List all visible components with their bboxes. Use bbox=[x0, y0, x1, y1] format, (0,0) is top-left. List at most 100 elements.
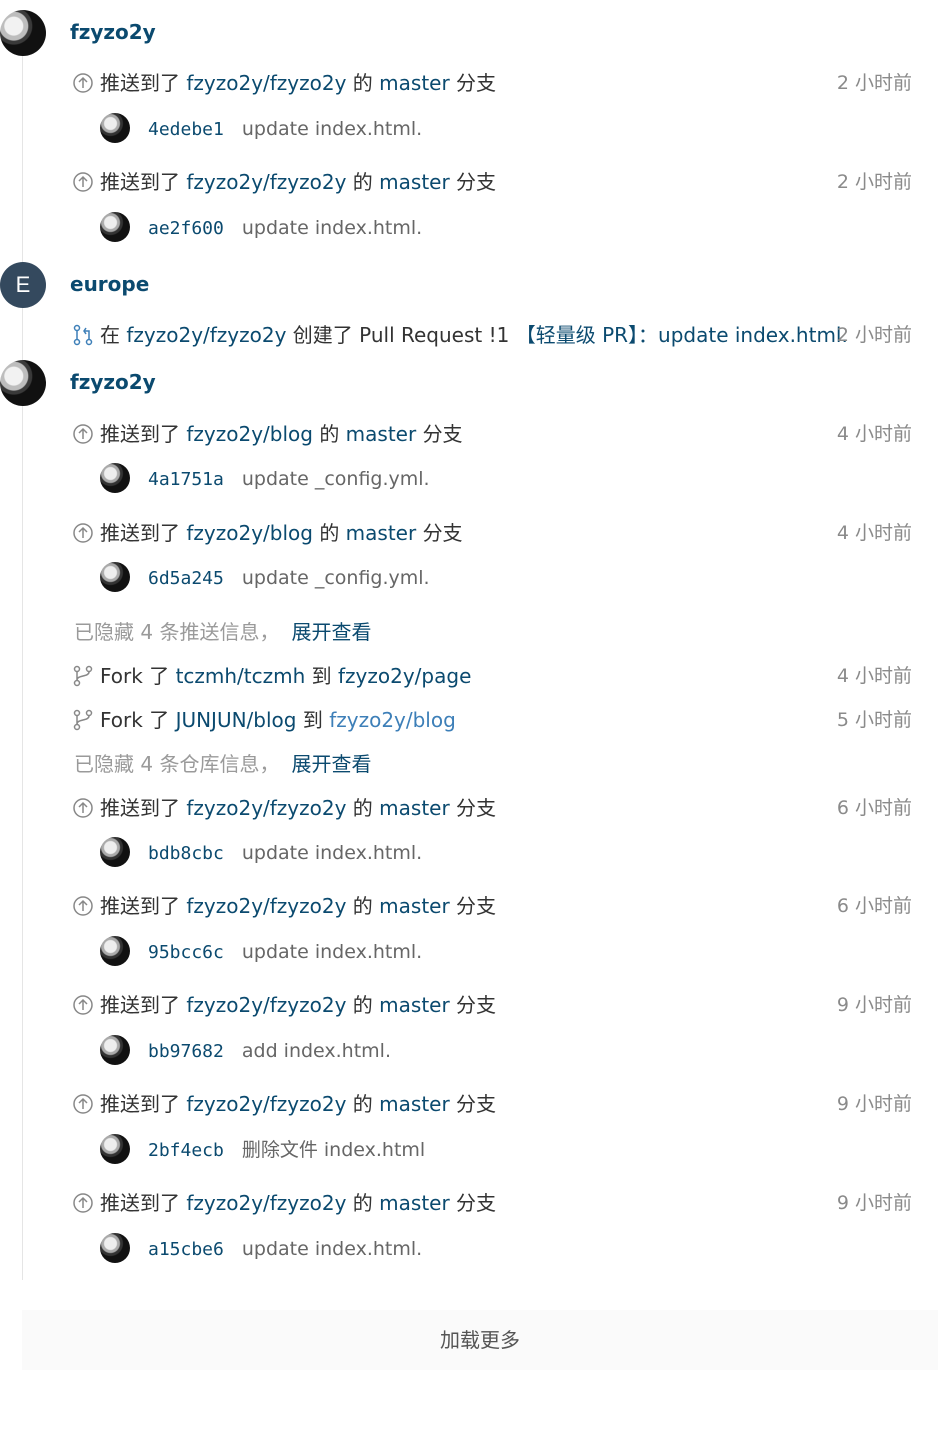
push-event: 推送到了 fzyzo2y/fzyzo2y 的 master 分支 9 小时前 bbox=[72, 1089, 912, 1119]
branch-link[interactable]: master bbox=[379, 1092, 450, 1116]
commit-row: 95bcc6c update index.html. bbox=[100, 936, 422, 968]
push-icon bbox=[73, 172, 93, 192]
forked-repo-link[interactable]: fzyzo2y/blog bbox=[329, 708, 456, 732]
commit-sha-link[interactable]: bb97682 bbox=[148, 1041, 224, 1062]
commit-row: 6d5a245 update _config.yml. bbox=[100, 562, 430, 594]
push-icon bbox=[73, 1094, 93, 1114]
event-action: 推送到了 bbox=[100, 170, 180, 194]
event-text: 分支 bbox=[422, 422, 463, 446]
hidden-push-notice: 已隐藏 4 条推送信息， 展开查看 bbox=[74, 617, 371, 647]
branch-link[interactable]: master bbox=[379, 1191, 450, 1215]
user-name-link[interactable]: fzyzo2y bbox=[70, 370, 156, 394]
push-icon bbox=[73, 1193, 93, 1213]
user-avatar[interactable]: E bbox=[0, 262, 46, 308]
event-text: 的 bbox=[352, 1191, 373, 1215]
event-text: 的 bbox=[352, 1092, 373, 1116]
event-time: 9 小时前 bbox=[836, 994, 912, 1016]
committer-avatar[interactable] bbox=[100, 463, 130, 493]
event-text: 分支 bbox=[456, 1191, 497, 1215]
branch-link[interactable]: master bbox=[379, 894, 450, 918]
repo-link[interactable]: fzyzo2y/fzyzo2y bbox=[186, 170, 346, 194]
event-text: 的 bbox=[319, 521, 340, 545]
event-time: 4 小时前 bbox=[836, 423, 912, 445]
repo-link[interactable]: fzyzo2y/fzyzo2y bbox=[186, 1092, 346, 1116]
repo-link[interactable]: fzyzo2y/fzyzo2y bbox=[186, 796, 346, 820]
push-event: 推送到了 fzyzo2y/fzyzo2y 的 master 分支 6 小时前 bbox=[72, 891, 912, 921]
commit-message: update index.html. bbox=[241, 118, 423, 140]
branch-link[interactable]: master bbox=[379, 993, 450, 1017]
event-text: 的 bbox=[352, 170, 373, 194]
push-event: 推送到了 fzyzo2y/fzyzo2y 的 master 分支 6 小时前 bbox=[72, 793, 912, 823]
branch-link[interactable]: master bbox=[379, 796, 450, 820]
user-name-link[interactable]: fzyzo2y bbox=[70, 20, 156, 44]
branch-link[interactable]: master bbox=[346, 521, 417, 545]
commit-sha-link[interactable]: bdb8cbc bbox=[148, 843, 224, 864]
branch-link[interactable]: master bbox=[379, 170, 450, 194]
repo-link[interactable]: fzyzo2y/fzyzo2y bbox=[186, 1191, 346, 1215]
pull-request-icon bbox=[73, 324, 93, 346]
commit-sha-link[interactable]: 95bcc6c bbox=[148, 942, 224, 963]
push-icon bbox=[73, 896, 93, 916]
commit-row: 4edebe1 update index.html. bbox=[100, 113, 422, 145]
committer-avatar[interactable] bbox=[100, 936, 130, 966]
event-text: 分支 bbox=[456, 71, 497, 95]
commit-row: 2bf4ecb 删除文件 index.html bbox=[100, 1134, 425, 1166]
event-action: 推送到了 bbox=[100, 1092, 180, 1116]
event-text: 的 bbox=[352, 796, 373, 820]
commit-sha-link[interactable]: ae2f600 bbox=[148, 218, 224, 239]
repo-link[interactable]: fzyzo2y/fzyzo2y bbox=[126, 323, 286, 347]
pr-event: 在 fzyzo2y/fzyzo2y 创建了 Pull Request !1 【轻… bbox=[72, 320, 912, 350]
event-time: 6 小时前 bbox=[836, 797, 912, 819]
forked-repo-link[interactable]: fzyzo2y/page bbox=[338, 664, 471, 688]
committer-avatar[interactable] bbox=[100, 562, 130, 592]
fork-event: Fork 了 JUNJUN/blog 到 fzyzo2y/blog 5 小时前 bbox=[72, 705, 912, 735]
repo-link[interactable]: fzyzo2y/blog bbox=[186, 521, 313, 545]
expand-link[interactable]: 展开查看 bbox=[291, 620, 371, 644]
committer-avatar[interactable] bbox=[100, 1233, 130, 1263]
expand-link[interactable]: 展开查看 bbox=[291, 752, 371, 776]
committer-avatar[interactable] bbox=[100, 212, 130, 242]
event-time: 2 小时前 bbox=[836, 171, 912, 193]
committer-avatar[interactable] bbox=[100, 113, 130, 143]
timeline-line bbox=[22, 40, 23, 1280]
commit-sha-link[interactable]: a15cbe6 bbox=[148, 1239, 224, 1260]
repo-link[interactable]: fzyzo2y/fzyzo2y bbox=[186, 894, 346, 918]
commit-sha-link[interactable]: 2bf4ecb bbox=[148, 1140, 224, 1161]
event-time: 9 小时前 bbox=[836, 1093, 912, 1115]
commit-sha-link[interactable]: 6d5a245 bbox=[148, 568, 224, 589]
user-name-link[interactable]: europe bbox=[70, 272, 149, 296]
repo-link[interactable]: fzyzo2y/blog bbox=[186, 422, 313, 446]
committer-avatar[interactable] bbox=[100, 1035, 130, 1065]
event-time: 5 小时前 bbox=[836, 709, 912, 731]
committer-avatar[interactable] bbox=[100, 837, 130, 867]
event-text: 的 bbox=[319, 422, 340, 446]
event-text: 分支 bbox=[422, 521, 463, 545]
fork-event: Fork 了 tczmh/tczmh 到 fzyzo2y/page 4 小时前 bbox=[72, 661, 912, 691]
event-text: 到 bbox=[302, 708, 323, 732]
commit-message: 删除文件 index.html bbox=[241, 1139, 426, 1161]
repo-link[interactable]: fzyzo2y/fzyzo2y bbox=[186, 993, 346, 1017]
commit-row: 4a1751a update _config.yml. bbox=[100, 463, 430, 495]
user-avatar[interactable] bbox=[0, 360, 46, 406]
repo-link[interactable]: fzyzo2y/fzyzo2y bbox=[186, 71, 346, 95]
branch-link[interactable]: master bbox=[379, 71, 450, 95]
push-event: 推送到了 fzyzo2y/fzyzo2y 的 master 分支 2 小时前 bbox=[72, 68, 912, 98]
commit-row: a15cbe6 update index.html. bbox=[100, 1233, 422, 1265]
event-action: 推送到了 bbox=[100, 796, 180, 820]
commit-sha-link[interactable]: 4a1751a bbox=[148, 469, 224, 490]
load-more-button[interactable]: 加载更多 bbox=[22, 1310, 938, 1370]
event-text: 分支 bbox=[456, 796, 497, 820]
hidden-notice-text: 已隐藏 4 条推送信息， bbox=[74, 620, 280, 644]
pull-request-link[interactable]: 【轻量级 PR】：update index.html. bbox=[516, 323, 848, 347]
event-time: 2 小时前 bbox=[836, 324, 912, 346]
branch-link[interactable]: master bbox=[346, 422, 417, 446]
source-repo-link[interactable]: tczmh/tczmh bbox=[176, 664, 306, 688]
commit-message: update index.html. bbox=[241, 217, 423, 239]
commit-sha-link[interactable]: 4edebe1 bbox=[148, 119, 224, 140]
user-avatar[interactable] bbox=[0, 10, 46, 56]
commit-message: update _config.yml. bbox=[241, 567, 430, 589]
source-repo-link[interactable]: JUNJUN/blog bbox=[176, 708, 297, 732]
push-event: 推送到了 fzyzo2y/fzyzo2y 的 master 分支 2 小时前 bbox=[72, 167, 912, 197]
event-text: Fork 了 bbox=[100, 708, 170, 732]
committer-avatar[interactable] bbox=[100, 1134, 130, 1164]
